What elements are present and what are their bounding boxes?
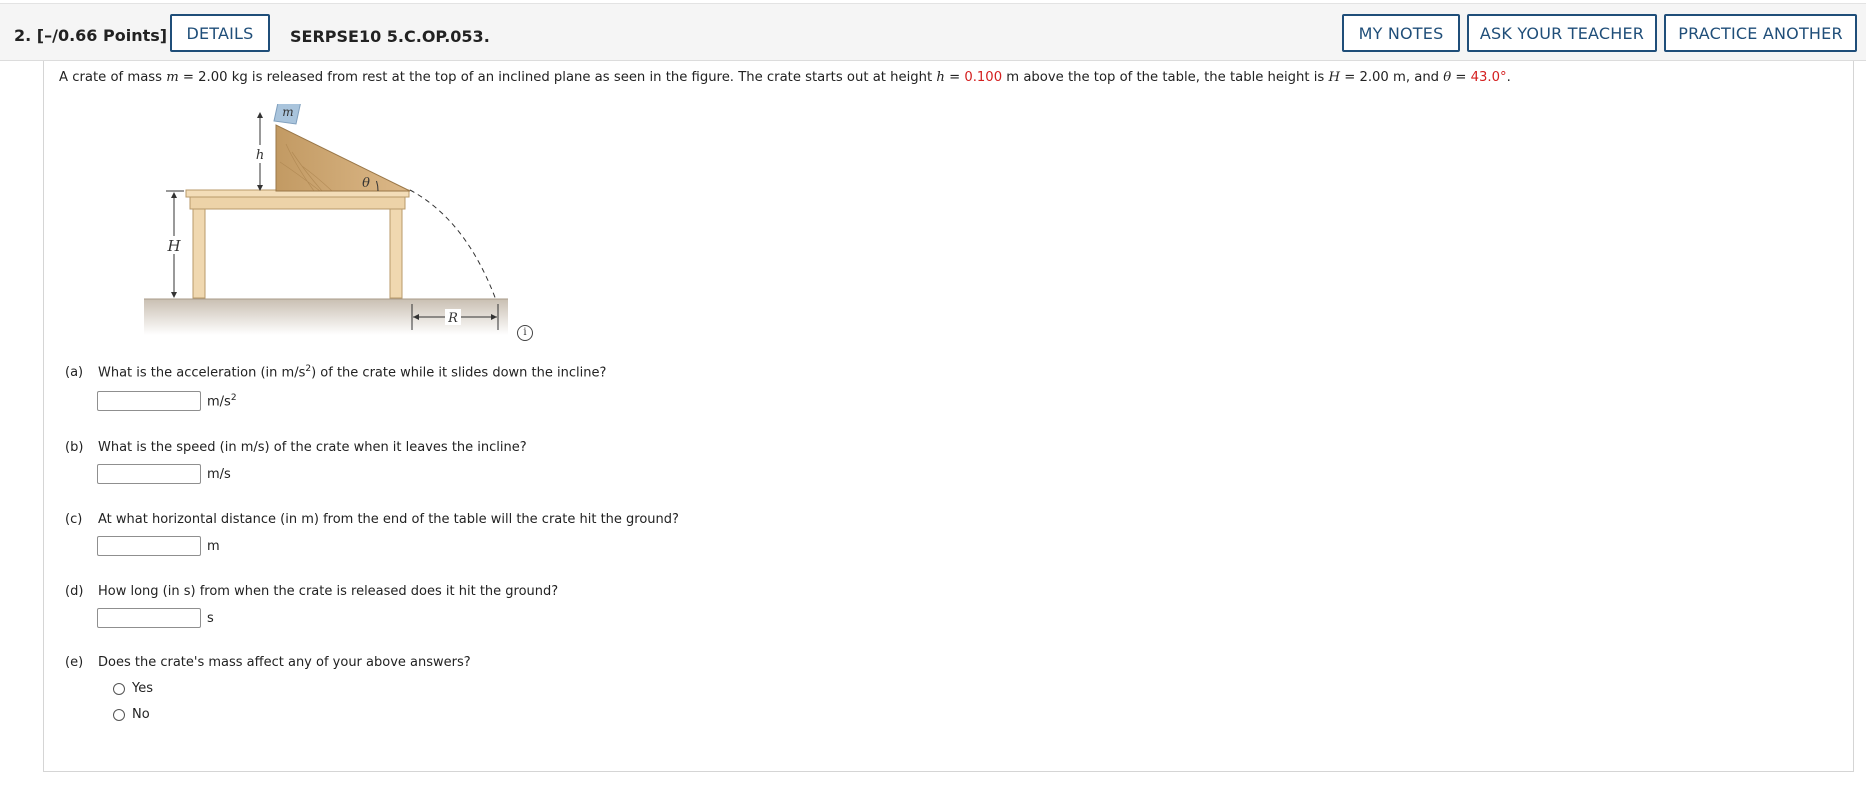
radio-label-yes: Yes (132, 681, 153, 696)
radio-circle[interactable] (113, 682, 125, 695)
label-h: h (256, 148, 264, 163)
problem-text: = (1451, 70, 1471, 85)
part-e-question: (e) Does the crate's mass affect any of y… (65, 655, 471, 670)
my-notes-button[interactable]: MY NOTES (1342, 14, 1460, 52)
part-a-text: What is the acceleration (in m/s (98, 365, 306, 381)
incline-table-figure: m h H θ R (140, 104, 512, 335)
radio-option-no[interactable]: No (113, 707, 150, 722)
part-c-text: At what horizontal distance (in m) from … (98, 512, 679, 527)
theta-value: 43.0° (1470, 70, 1507, 85)
var-m: m (166, 70, 179, 85)
table-leg-left (192, 207, 206, 299)
info-icon[interactable]: i (517, 325, 533, 341)
part-d-text: How long (in s) from when the crate is r… (98, 584, 559, 599)
problem-text: = 2.00 kg is released from rest at the t… (178, 70, 937, 85)
radio-circle[interactable] (113, 708, 125, 721)
part-a-answer: m/s2 (97, 390, 237, 412)
part-b-text: What is the speed (in m/s) of the crate … (98, 440, 527, 455)
part-e-text: Does the crate's mass affect any of your… (98, 655, 471, 670)
part-c-unit: m (207, 538, 220, 554)
radio-option-yes[interactable]: Yes (113, 681, 153, 696)
part-c-input[interactable] (97, 536, 201, 556)
part-b-question: (b) What is the speed (in m/s) of the cra… (65, 440, 527, 455)
part-c-label: (c) (65, 512, 83, 527)
part-c-question: (c) At what horizontal distance (in m) fr… (65, 512, 679, 527)
table-apron (189, 195, 406, 210)
part-d-unit: s (207, 610, 214, 626)
radio-label-no: No (132, 707, 150, 722)
var-H: H (1328, 70, 1341, 85)
problem-statement: A crate of mass m = 2.00 kg is released … (59, 70, 1511, 85)
part-b-answer: m/s (97, 463, 231, 485)
details-button[interactable]: DETAILS (170, 14, 270, 52)
part-a-unit-text: m/s (207, 394, 231, 410)
problem-text: = (944, 70, 965, 85)
label-theta: θ (362, 176, 370, 191)
part-a-input[interactable] (97, 391, 201, 411)
H-arrow-down (171, 292, 177, 298)
part-d-input[interactable] (97, 608, 201, 628)
ask-your-teacher-button[interactable]: ASK YOUR TEACHER (1467, 14, 1657, 52)
part-c-answer: m (97, 535, 220, 557)
part-a-unit: m/s2 (207, 393, 237, 409)
part-d-label: (d) (65, 584, 84, 599)
problem-text: m above the top of the table, the table … (1002, 70, 1329, 85)
question-number: 2. [–/0.66 Points] (14, 26, 168, 45)
part-a-label: (a) (65, 365, 84, 381)
label-R: R (447, 311, 458, 326)
h-value: 0.100 (964, 70, 1003, 85)
part-e-label: (e) (65, 655, 84, 670)
problem-code: SERPSE10 5.C.OP.053. (290, 27, 490, 46)
label-m: m (282, 105, 293, 119)
practice-another-button[interactable]: PRACTICE ANOTHER (1664, 14, 1857, 52)
label-H: H (166, 237, 181, 255)
problem-text: = 2.00 m, and (1340, 70, 1444, 85)
part-a-unit-sup: 2 (230, 392, 237, 403)
var-theta: θ (1443, 70, 1452, 85)
question-header: 2. [–/0.66 Points] DETAILS SERPSE10 5.C.… (0, 3, 1866, 61)
var-h: h (936, 70, 945, 85)
problem-text: . (1506, 70, 1511, 85)
table-leg-right (389, 207, 403, 299)
part-d-answer: s (97, 607, 214, 629)
part-a-question: (a) What is the acceleration (in m/s2) of… (65, 364, 606, 380)
part-b-label: (b) (65, 440, 84, 455)
part-b-input[interactable] (97, 464, 201, 484)
problem-text: A crate of mass (59, 70, 167, 85)
part-d-question: (d) How long (in s) from when the crate i… (65, 584, 558, 599)
part-b-unit: m/s (207, 466, 231, 482)
part-a-text: ) of the crate while it slides down the … (311, 365, 607, 381)
